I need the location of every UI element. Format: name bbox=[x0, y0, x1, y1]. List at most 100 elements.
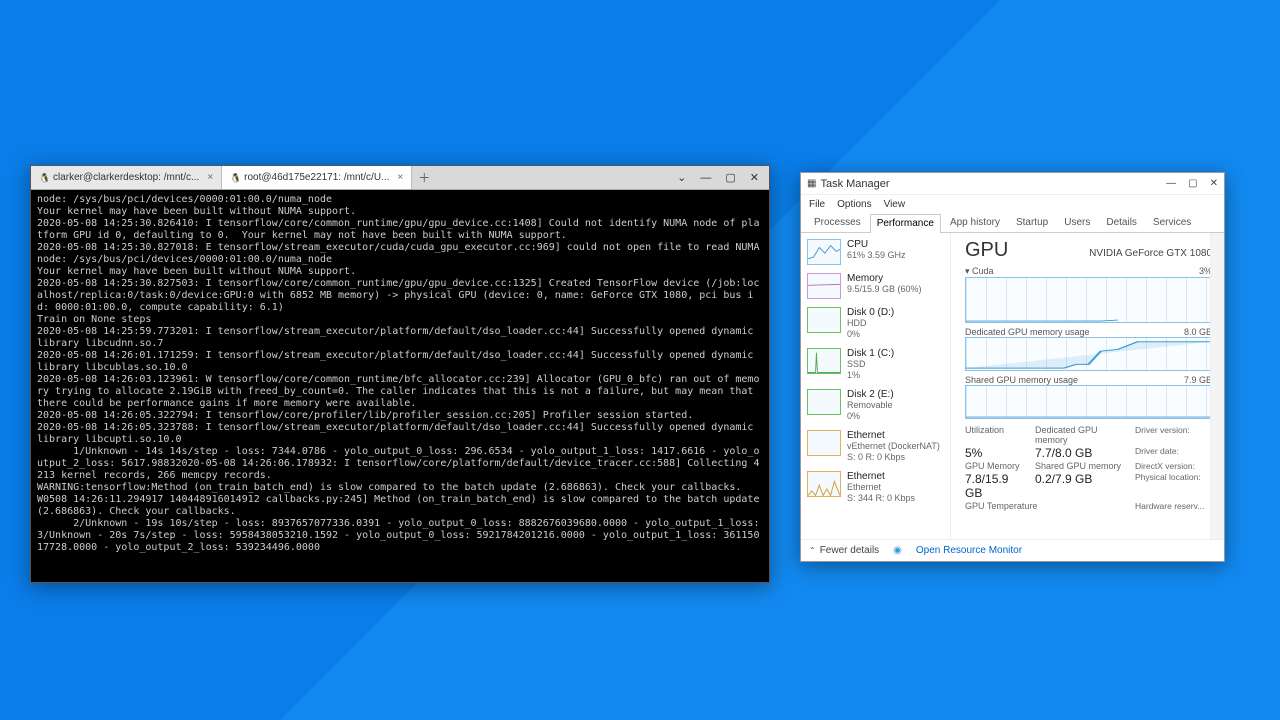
task-manager-icon: ▦ bbox=[807, 178, 816, 189]
disk-sparkline bbox=[807, 389, 841, 415]
window-title: Task Manager bbox=[820, 178, 1166, 190]
shared-mem-max: 7.9 GB bbox=[1184, 375, 1212, 385]
tab-startup[interactable]: Startup bbox=[1009, 213, 1055, 232]
hw-reserve-label: Hardware reserv... bbox=[1135, 501, 1215, 511]
dedicated-mem-max: 8.0 GB bbox=[1184, 327, 1212, 337]
resource-label: Ethernet bbox=[847, 471, 915, 482]
resource-sub2: S: 344 R: 0 Kbps bbox=[847, 493, 915, 504]
resource-label: Disk 0 (D:) bbox=[847, 307, 894, 318]
dedmem-label: Dedicated GPU memory bbox=[1035, 425, 1125, 445]
new-tab-button[interactable]: ＋ bbox=[412, 166, 436, 189]
resource-sub2: 0% bbox=[847, 329, 894, 340]
maximize-icon[interactable]: ▢ bbox=[1188, 178, 1197, 189]
performance-body: CPU 61% 3.59 GHz Memory 9.5/15.9 GB (60%… bbox=[801, 233, 1224, 539]
tux-icon: 🐧 bbox=[230, 173, 240, 183]
gpumem-label: GPU Memory bbox=[965, 461, 1025, 471]
dedmem-value: 7.7/8.0 GB bbox=[1035, 446, 1125, 460]
resource-cpu[interactable]: CPU 61% 3.59 GHz bbox=[805, 235, 944, 269]
tab-app-history[interactable]: App history bbox=[943, 213, 1007, 232]
driver-date-label: Driver date: bbox=[1135, 446, 1215, 460]
gpu-heading: GPU bbox=[965, 239, 1008, 262]
gpu-temp-label: GPU Temperature bbox=[965, 501, 1125, 511]
tab-performance[interactable]: Performance bbox=[870, 214, 941, 233]
ethernet-sparkline bbox=[807, 430, 841, 456]
dropdown-icon[interactable]: ⌄ bbox=[677, 171, 686, 184]
disk-sparkline bbox=[807, 348, 841, 374]
resource-label: Ethernet bbox=[847, 430, 940, 441]
resource-disk-1[interactable]: Disk 1 (C:) SSD 1% bbox=[805, 344, 944, 385]
resource-disk-2[interactable]: Disk 2 (E:) Removable 0% bbox=[805, 385, 944, 426]
tab-strip: Processes Performance App history Startu… bbox=[801, 213, 1224, 233]
memory-sparkline bbox=[807, 273, 841, 299]
menu-file[interactable]: File bbox=[809, 199, 825, 210]
resource-sub2: 0% bbox=[847, 411, 894, 422]
chevron-up-icon: ⌃ bbox=[809, 546, 816, 555]
terminal-window: 🐧 clarker@clarkerdesktop: /mnt/c... × 🐧 … bbox=[30, 165, 770, 583]
resource-label: CPU bbox=[847, 239, 906, 250]
tab-users[interactable]: Users bbox=[1057, 213, 1097, 232]
window-controls: — ▢ ✕ bbox=[1166, 178, 1218, 189]
resource-monitor-icon: ◉ bbox=[893, 545, 902, 556]
resource-ethernet[interactable]: Ethernet Ethernet S: 344 R: 0 Kbps bbox=[805, 467, 944, 508]
resource-label: Disk 2 (E:) bbox=[847, 389, 894, 400]
close-icon[interactable]: × bbox=[397, 172, 403, 183]
resource-memory[interactable]: Memory 9.5/15.9 GB (60%) bbox=[805, 269, 944, 303]
menu-options[interactable]: Options bbox=[837, 199, 871, 210]
resource-sub: Ethernet bbox=[847, 482, 915, 493]
cuda-chart[interactable] bbox=[965, 277, 1212, 323]
resource-list[interactable]: CPU 61% 3.59 GHz Memory 9.5/15.9 GB (60%… bbox=[801, 233, 951, 539]
shared-mem-chart[interactable] bbox=[965, 385, 1212, 419]
resource-ethernet-docker[interactable]: Ethernet vEthernet (DockerNAT) S: 0 R: 0… bbox=[805, 426, 944, 467]
gpu-model: NVIDIA GeForce GTX 1080 bbox=[1089, 248, 1212, 259]
menu-view[interactable]: View bbox=[884, 199, 906, 210]
physical-loc-label: Physical location: bbox=[1135, 472, 1215, 500]
tab-services[interactable]: Services bbox=[1146, 213, 1198, 232]
menu-bar: File Options View bbox=[801, 195, 1224, 213]
shrmem-value: 0.2/7.9 GB bbox=[1035, 472, 1125, 500]
terminal-tab-1-label: clarker@clarkerdesktop: /mnt/c... bbox=[53, 172, 199, 183]
scrollbar[interactable] bbox=[1210, 233, 1224, 539]
open-resource-monitor-link[interactable]: Open Resource Monitor bbox=[916, 545, 1022, 556]
resource-sub: vEthernet (DockerNAT) bbox=[847, 441, 940, 452]
directx-label: DirectX version: bbox=[1135, 461, 1215, 471]
resource-sub2: S: 0 R: 0 Kbps bbox=[847, 452, 940, 463]
resource-label: Disk 1 (C:) bbox=[847, 348, 894, 359]
terminal-output[interactable]: node: /sys/bus/pci/devices/0000:01:00.0/… bbox=[31, 190, 769, 582]
terminal-window-controls: ⌄ — ▢ ✕ bbox=[667, 166, 769, 189]
title-bar[interactable]: ▦ Task Manager — ▢ ✕ bbox=[801, 173, 1224, 195]
dedicated-mem-label: Dedicated GPU memory usage bbox=[965, 327, 1090, 337]
terminal-tab-2-label: root@46d175e22171: /mnt/c/U... bbox=[244, 172, 389, 183]
resource-disk-0[interactable]: Disk 0 (D:) HDD 0% bbox=[805, 303, 944, 344]
resource-sub2: 1% bbox=[847, 370, 894, 381]
close-icon[interactable]: ✕ bbox=[750, 171, 759, 184]
minimize-icon[interactable]: — bbox=[700, 172, 711, 184]
close-icon[interactable]: ✕ bbox=[1210, 178, 1218, 189]
minimize-icon[interactable]: — bbox=[1166, 178, 1176, 189]
resource-sub: Removable bbox=[847, 400, 894, 411]
task-manager-footer: ⌃ Fewer details ◉ Open Resource Monitor bbox=[801, 539, 1224, 561]
ethernet-sparkline bbox=[807, 471, 841, 497]
terminal-tab-2[interactable]: 🐧 root@46d175e22171: /mnt/c/U... × bbox=[222, 166, 412, 189]
driver-version-label: Driver version: bbox=[1135, 425, 1215, 445]
fewer-details-button[interactable]: ⌃ Fewer details bbox=[809, 545, 879, 556]
resource-sub: 61% 3.59 GHz bbox=[847, 250, 906, 261]
tab-details[interactable]: Details bbox=[1099, 213, 1144, 232]
cpu-sparkline bbox=[807, 239, 841, 265]
dedicated-mem-chart[interactable] bbox=[965, 337, 1212, 371]
close-icon[interactable]: × bbox=[207, 172, 213, 183]
resource-label: Memory bbox=[847, 273, 922, 284]
maximize-icon[interactable]: ▢ bbox=[725, 171, 735, 184]
gpumem-value: 7.8/15.9 GB bbox=[965, 472, 1025, 500]
task-manager-window: ▦ Task Manager — ▢ ✕ File Options View P… bbox=[800, 172, 1225, 562]
resource-sub: 9.5/15.9 GB (60%) bbox=[847, 284, 922, 295]
terminal-tab-bar: 🐧 clarker@clarkerdesktop: /mnt/c... × 🐧 … bbox=[31, 166, 769, 190]
tux-icon: 🐧 bbox=[39, 173, 49, 183]
resource-sub: HDD bbox=[847, 318, 894, 329]
disk-sparkline bbox=[807, 307, 841, 333]
terminal-tab-1[interactable]: 🐧 clarker@clarkerdesktop: /mnt/c... × bbox=[31, 166, 222, 189]
util-label: Utilization bbox=[965, 425, 1025, 445]
resource-sub: SSD bbox=[847, 359, 894, 370]
util-value: 5% bbox=[965, 446, 1025, 460]
tab-processes[interactable]: Processes bbox=[807, 213, 868, 232]
shrmem-label: Shared GPU memory bbox=[1035, 461, 1125, 471]
